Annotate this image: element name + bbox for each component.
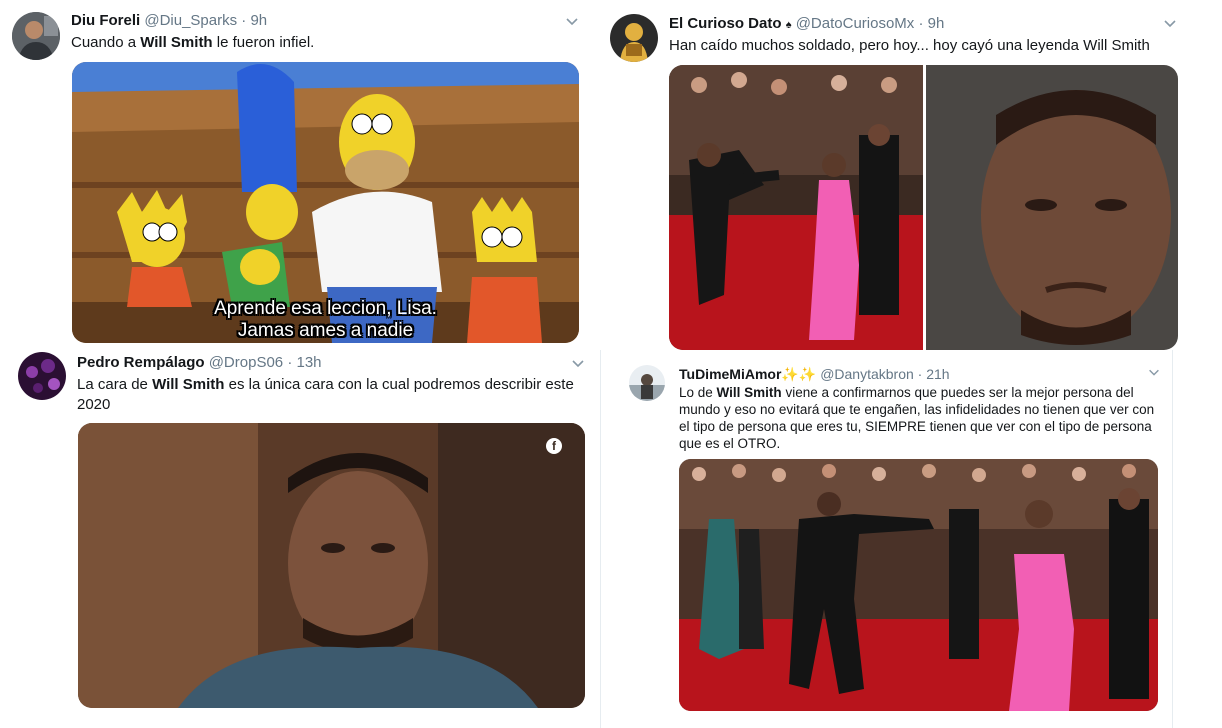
- timestamp[interactable]: 13h: [296, 354, 321, 371]
- separator-dot: ·: [287, 354, 293, 371]
- sparkles-icon: ✨✨: [781, 366, 817, 382]
- chevron-down-icon[interactable]: [1147, 365, 1161, 379]
- user-handle[interactable]: @DropS06: [209, 354, 283, 371]
- photo-red-carpet-wide[interactable]: [679, 459, 1158, 711]
- photo-red-carpet[interactable]: [669, 65, 923, 350]
- timestamp[interactable]: 9h: [928, 15, 945, 32]
- meme-caption-line-1: Aprende esa leccion, Lisa.: [214, 298, 437, 319]
- tweet-text: Lo de Will Smith viene a confirmarnos qu…: [679, 384, 1159, 452]
- text-bold-part: Will Smith: [140, 34, 213, 51]
- tweet-tudimemiamor[interactable]: TuDimeMiAmor✨✨ @Danytakbron · 21h Lo de …: [601, 350, 1172, 728]
- spade-icon: ♠: [785, 19, 792, 31]
- user-handle[interactable]: @Danytakbron: [820, 366, 914, 382]
- photo-close-up-face[interactable]: [926, 65, 1178, 350]
- meme-caption-line-2: Jamas ames a nadie: [237, 320, 414, 341]
- avatar[interactable]: [18, 352, 66, 400]
- tweet-text: Han caído muchos soldado, pero hoy... ho…: [669, 37, 1150, 54]
- text-bold-part: Will Smith: [716, 385, 782, 400]
- tweet-header: TuDimeMiAmor✨✨ @Danytakbron · 21h: [679, 365, 950, 383]
- separator-dot: ·: [918, 15, 924, 32]
- tweet-diu-foreli[interactable]: Diu Foreli @Diu_Sparks · 9h Cuando a Wil…: [0, 0, 600, 345]
- user-handle[interactable]: @Diu_Sparks: [144, 12, 237, 29]
- text-bold-part: Will Smith: [152, 376, 225, 393]
- tweet-text: Cuando a Will Smith le fueron infiel.: [71, 33, 581, 53]
- divider-vertical-right: [1172, 350, 1173, 728]
- display-name[interactable]: TuDimeMiAmor: [679, 366, 781, 382]
- meme-image-simpsons[interactable]: Aprende esa leccion, Lisa. Jamas ames a …: [72, 62, 579, 343]
- text-part: le fueron infiel.: [212, 34, 315, 51]
- photo-will-smith-interview[interactable]: f: [78, 423, 585, 708]
- tweet-header: El Curioso Dato ♠ @DatoCuriosoMx · 9h: [669, 15, 944, 34]
- timestamp[interactable]: 21h: [926, 366, 949, 382]
- display-name[interactable]: El Curioso Dato: [669, 15, 782, 32]
- text-part: La cara de: [77, 376, 153, 393]
- text-part: Lo de: [679, 385, 717, 400]
- photo-grid: [669, 65, 1178, 350]
- user-handle[interactable]: @DatoCuriosoMx: [796, 15, 915, 32]
- tweet-header: Diu Foreli @Diu_Sparks · 9h: [71, 12, 267, 30]
- tweet-el-curioso-dato[interactable]: El Curioso Dato ♠ @DatoCuriosoMx · 9h Ha…: [600, 0, 1222, 350]
- chevron-down-icon[interactable]: [564, 13, 580, 29]
- separator-dot: ·: [917, 366, 923, 382]
- facebook-icon: f: [546, 438, 562, 454]
- tweet-header: Pedro Rempálago @DropS06 · 13h: [77, 354, 322, 372]
- timestamp[interactable]: 9h: [250, 12, 267, 29]
- avatar[interactable]: [610, 14, 658, 62]
- display-name[interactable]: Pedro Rempálago: [77, 354, 205, 371]
- display-name[interactable]: Diu Foreli: [71, 12, 140, 29]
- separator-dot: ·: [241, 12, 247, 29]
- chevron-down-icon[interactable]: [1162, 15, 1178, 31]
- text-part: Cuando a: [71, 34, 141, 51]
- tweet-text: La cara de Will Smith es la única cara c…: [77, 375, 577, 414]
- tweet-pedro-rempalago[interactable]: Pedro Rempálago @DropS06 · 13h La cara d…: [0, 345, 600, 728]
- avatar[interactable]: [12, 12, 60, 60]
- chevron-down-icon[interactable]: [570, 355, 586, 371]
- avatar[interactable]: [629, 365, 665, 401]
